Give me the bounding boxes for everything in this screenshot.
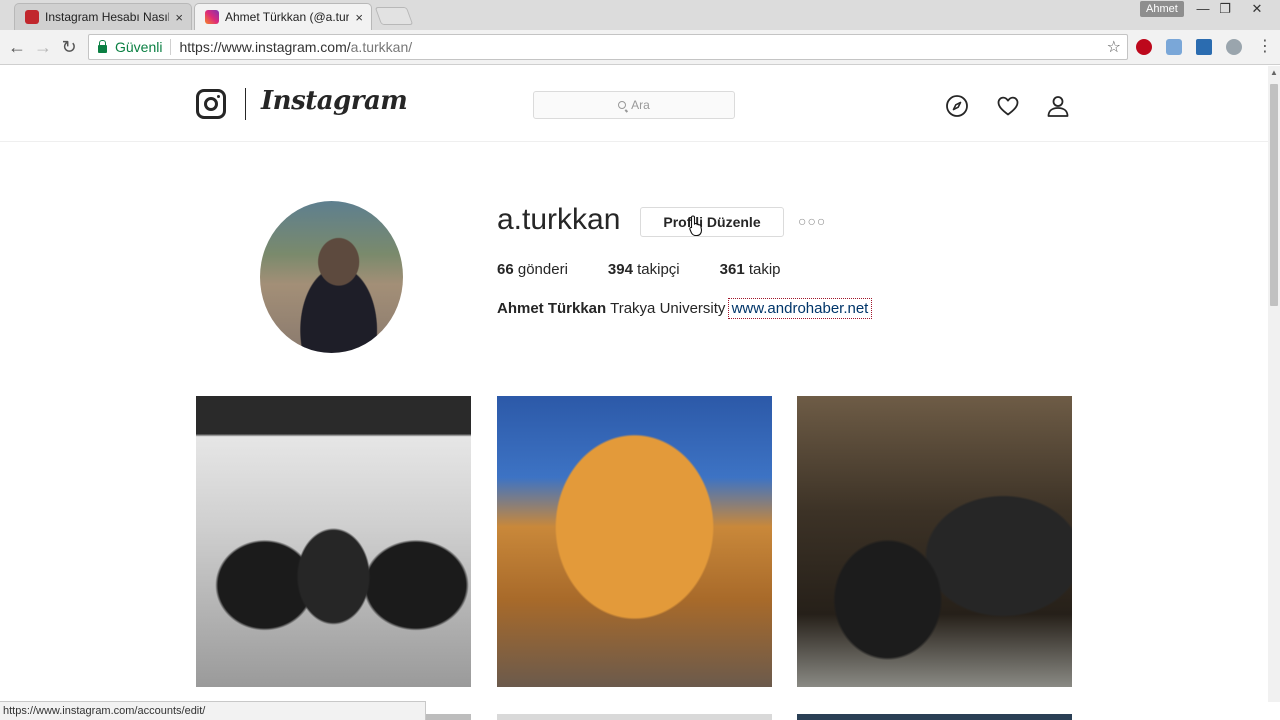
followers-label: takipçi — [637, 261, 680, 278]
post-thumbnail-2[interactable] — [497, 396, 772, 687]
page-scrollbar[interactable]: ▲ — [1268, 66, 1280, 702]
browser-status-bar: https://www.instagram.com/accounts/edit/ — [0, 701, 426, 720]
download-extension-icon[interactable] — [1196, 39, 1212, 55]
browser-tab-2-active[interactable]: Ahmet Türkkan (@a.turkka × — [194, 3, 372, 30]
profile-avatar[interactable] — [260, 201, 403, 353]
post-thumbnail-5[interactable] — [497, 714, 772, 720]
link-extension-icon[interactable] — [1166, 39, 1182, 55]
profile-stats: 66 gönderi 394 takipçi 361 takip — [497, 261, 821, 278]
pinterest-extension-icon[interactable] — [1136, 39, 1152, 55]
back-arrow-icon[interactable]: ← — [6, 36, 28, 58]
secure-label: Güvenli — [115, 39, 163, 55]
profile-website-link[interactable]: www.androhaber.net — [727, 298, 873, 319]
instagram-wordmark[interactable]: Instagram — [261, 86, 408, 116]
maximize-icon[interactable]: ❐ — [1212, 0, 1238, 18]
explore-compass-icon[interactable] — [945, 94, 969, 118]
search-input[interactable]: Ara — [533, 91, 735, 119]
profile-bio: Ahmet Türkkan Trakya University www.andr… — [497, 298, 873, 319]
posts-label: gönderi — [517, 261, 568, 278]
browser-tab-strip: Instagram Hesabı Nasıl Do × Ahmet Türkka… — [0, 0, 1280, 30]
url-path: a.turkkan/ — [350, 39, 413, 55]
logo-divider — [245, 88, 246, 120]
profile-badge[interactable]: Ahmet — [1140, 1, 1184, 17]
activity-heart-icon[interactable] — [996, 94, 1020, 118]
new-tab-button[interactable] — [374, 7, 414, 25]
search-icon — [618, 101, 627, 109]
forward-arrow-icon[interactable]: → — [32, 36, 54, 58]
url-host: https://www.instagram.com/ — [179, 39, 351, 55]
address-separator — [170, 39, 172, 55]
reload-icon[interactable]: ↻ — [58, 36, 80, 58]
close-window-icon[interactable]: ✕ — [1244, 0, 1270, 18]
following-count: 361 — [719, 261, 745, 278]
profile-full-name: Ahmet Türkkan — [497, 300, 607, 317]
bookmark-star-icon[interactable]: ☆ — [1107, 37, 1121, 57]
bio-text: Trakya University — [610, 300, 726, 317]
search-placeholder: Ara — [631, 98, 650, 112]
post-thumbnail-6[interactable] — [797, 714, 1072, 720]
edit-profile-button[interactable]: Profili Düzenle — [640, 207, 784, 237]
profile-user-icon[interactable] — [1046, 94, 1070, 118]
extension-icon[interactable] — [1226, 39, 1242, 55]
close-icon[interactable]: × — [355, 10, 363, 25]
scroll-up-arrow-icon[interactable]: ▲ — [1268, 66, 1280, 80]
post-thumbnail-1[interactable] — [196, 396, 471, 687]
following-label: takip — [748, 261, 781, 278]
hand-cursor-icon — [689, 215, 703, 237]
lock-icon — [98, 40, 107, 53]
address-bar[interactable]: Güvenli https://www.instagram.com/a.turk… — [88, 34, 1128, 60]
tab-title: Instagram Hesabı Nasıl Do — [45, 10, 170, 24]
instagram-camera-logo-icon[interactable] — [196, 89, 226, 119]
scrollbar-thumb[interactable] — [1270, 84, 1278, 306]
profile-username: a.turkkan — [497, 203, 621, 236]
instagram-favicon-icon — [205, 10, 219, 24]
posts-stat: 66 gönderi — [497, 261, 568, 278]
followers-stat[interactable]: 394 takipçi — [608, 261, 680, 278]
more-options-icon[interactable]: ○○○ — [798, 213, 826, 229]
tab-title: Ahmet Türkkan (@a.turkka — [225, 10, 350, 24]
browser-tab-1[interactable]: Instagram Hesabı Nasıl Do × — [14, 3, 192, 30]
post-thumbnail-3[interactable] — [797, 396, 1072, 687]
instagram-header: Instagram Ara — [0, 66, 1268, 142]
browser-toolbar: ← → ↻ Güvenli https://www.instagram.com/… — [0, 30, 1280, 65]
close-icon[interactable]: × — [175, 10, 183, 25]
site-favicon-icon — [25, 10, 39, 24]
menu-kebab-icon[interactable]: ⋮ — [1254, 36, 1276, 58]
posts-count: 66 — [497, 261, 514, 278]
followers-count: 394 — [607, 261, 633, 278]
following-stat[interactable]: 361 takip — [720, 261, 781, 278]
